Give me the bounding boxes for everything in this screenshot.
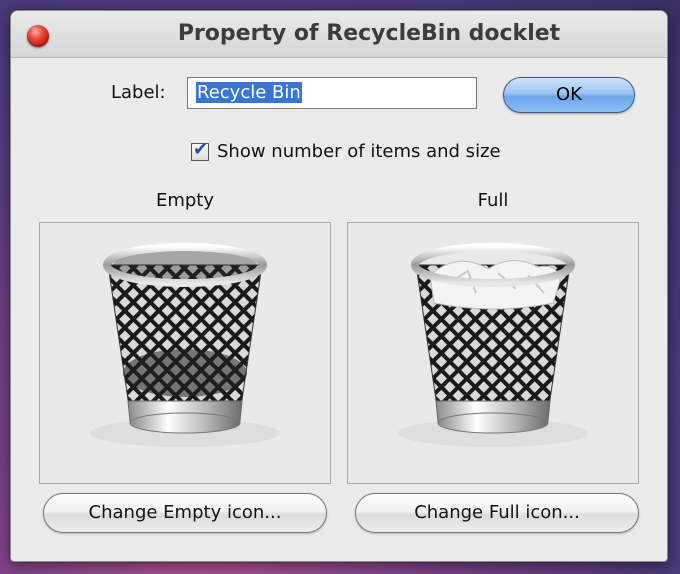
change-empty-icon-button[interactable]: Change Empty icon... bbox=[43, 493, 327, 533]
label-input-value: Recycle Bin bbox=[196, 82, 302, 103]
label-input[interactable]: Recycle Bin bbox=[187, 77, 477, 109]
label-caption: Label: bbox=[111, 82, 166, 103]
full-icon-panel bbox=[347, 222, 639, 484]
trash-empty-icon bbox=[90, 243, 280, 447]
show-count-checkbox[interactable]: ✔ bbox=[191, 139, 209, 161]
change-full-icon-button[interactable]: Change Full icon... bbox=[355, 493, 639, 533]
full-title: Full bbox=[477, 190, 509, 211]
title-bar[interactable]: Property of RecycleBin docklet bbox=[11, 11, 667, 58]
properties-dialog: Property of RecycleBin docklet Label: Re… bbox=[10, 10, 668, 562]
empty-title: Empty bbox=[155, 190, 215, 211]
window-title: Property of RecycleBin docklet bbox=[177, 21, 561, 46]
trash-full-icon bbox=[398, 243, 588, 447]
ok-button[interactable]: OK bbox=[503, 77, 635, 113]
show-count-label[interactable]: Show number of items and size bbox=[217, 141, 501, 162]
empty-icon-panel bbox=[39, 222, 331, 484]
checkmark-icon: ✔ bbox=[193, 139, 209, 160]
